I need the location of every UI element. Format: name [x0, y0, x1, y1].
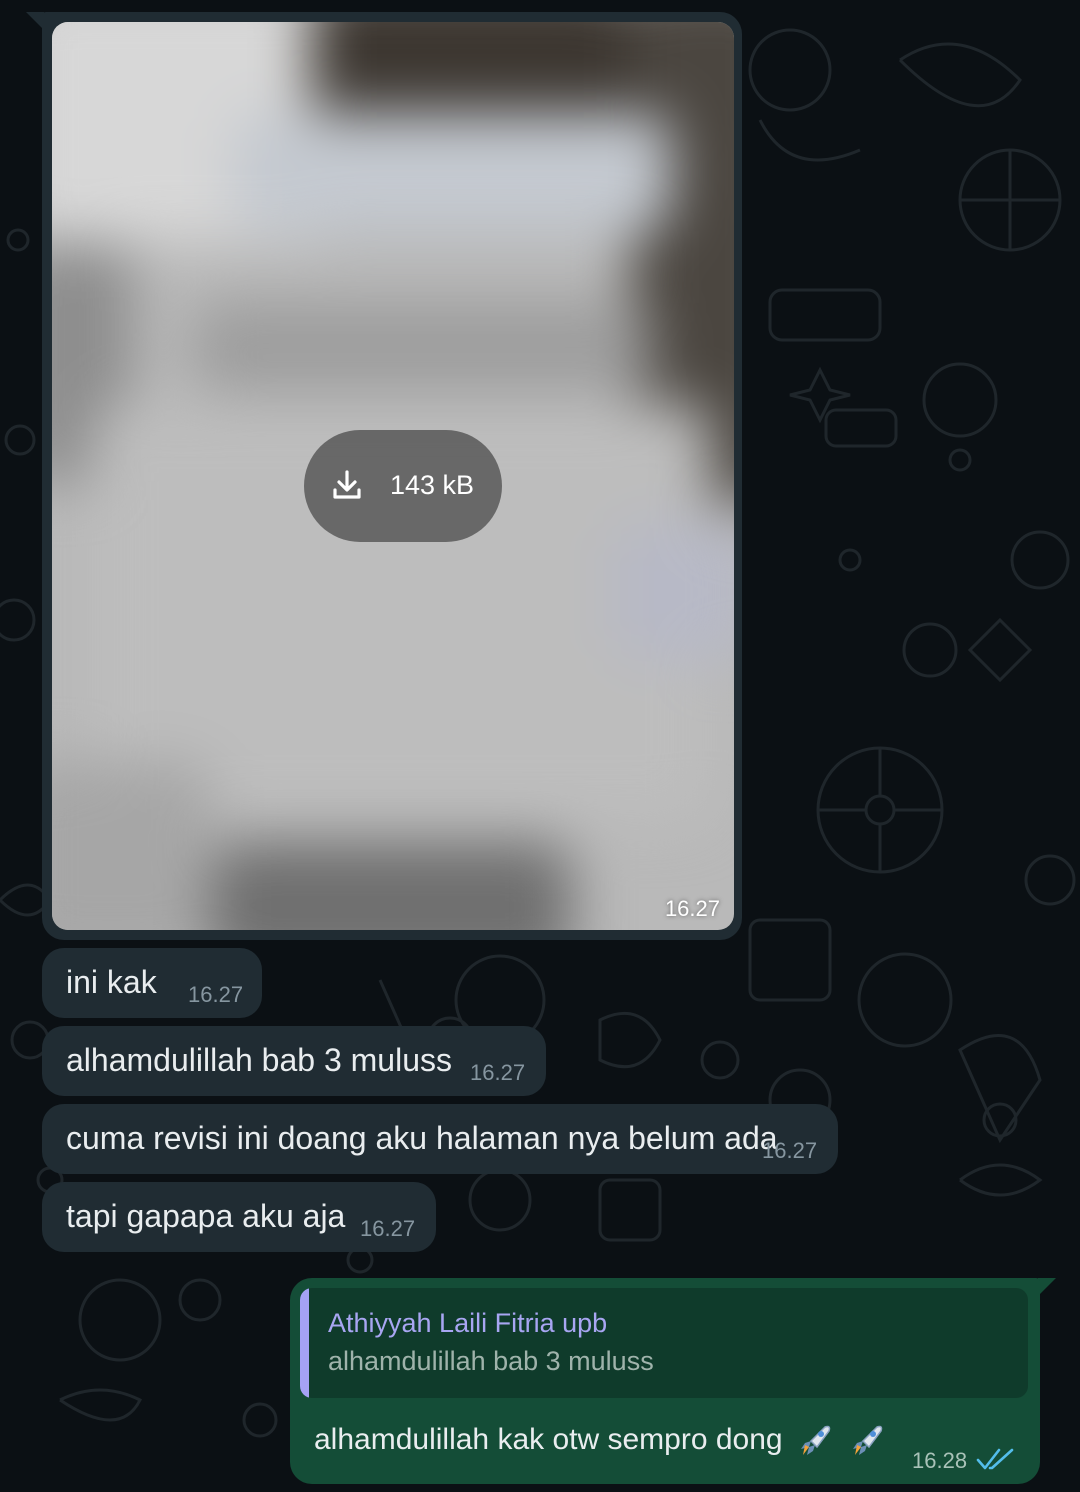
message-text-row: alhamdulillah kak otw sempro dong: [314, 1420, 887, 1461]
blurred-image-preview[interactable]: 143 kB 16.27: [52, 22, 734, 930]
incoming-message[interactable]: ini kak 16.27: [42, 948, 262, 1018]
message-time: 16.28: [912, 1448, 968, 1473]
message-text: alhamdulillah kak otw sempro dong: [314, 1423, 783, 1456]
message-text: ini kak: [66, 964, 157, 1000]
incoming-message[interactable]: cuma revisi ini doang aku halaman nya be…: [42, 1104, 838, 1174]
outgoing-message[interactable]: Athiyyah Laili Fitria upb alhamdulillah …: [290, 1278, 1040, 1484]
quoted-text: alhamdulillah bab 3 muluss: [328, 1346, 654, 1376]
quoted-message[interactable]: Athiyyah Laili Fitria upb alhamdulillah …: [300, 1288, 1028, 1398]
quote-bar: [300, 1288, 309, 1398]
rocket-icon: [853, 1425, 883, 1456]
incoming-message[interactable]: alhamdulillah bab 3 muluss 16.27: [42, 1026, 546, 1096]
download-button[interactable]: 143 kB: [304, 430, 502, 542]
message-time: 16.27: [360, 1216, 416, 1241]
rocket-icon: [800, 1425, 831, 1456]
message-text: cuma revisi ini doang aku halaman nya be…: [66, 1120, 778, 1156]
message-time: 16.27: [762, 1138, 818, 1163]
message-text: tapi gapapa aku aja: [66, 1198, 346, 1234]
image-message-bubble[interactable]: 143 kB 16.27: [42, 12, 742, 940]
bubble-tail: [1038, 1278, 1056, 1296]
message-text: alhamdulillah bab 3 muluss: [66, 1042, 452, 1078]
download-icon: [333, 470, 361, 499]
message-time: 16.27: [188, 982, 244, 1007]
file-size-label: 143 kB: [390, 470, 475, 500]
incoming-message[interactable]: tapi gapapa aku aja 16.27: [42, 1182, 436, 1252]
message-time: 16.27: [470, 1060, 526, 1085]
double-check-read-icon: [976, 1448, 1014, 1470]
quoted-author: Athiyyah Laili Fitria upb: [328, 1308, 608, 1338]
message-time: 16.27: [664, 896, 720, 921]
